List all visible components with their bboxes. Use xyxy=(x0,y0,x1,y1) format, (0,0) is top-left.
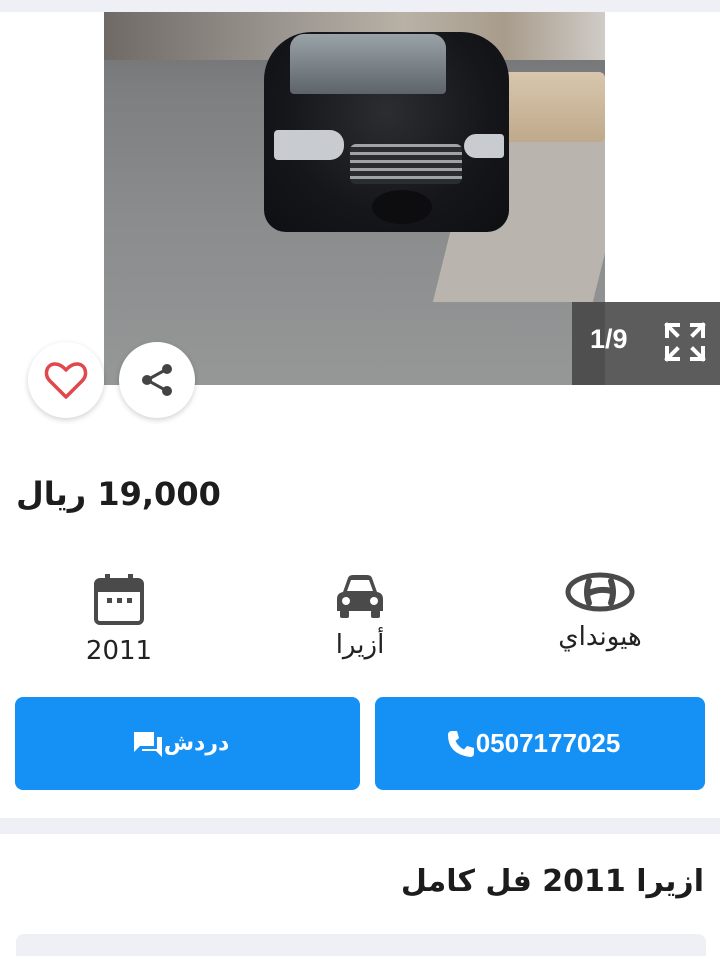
spec-model: أزيرا xyxy=(280,572,440,660)
description-box xyxy=(16,934,706,956)
spec-model-value: أزيرا xyxy=(335,630,385,660)
phone-number: 0507177025 xyxy=(475,728,621,758)
photo-counter-badge[interactable]: 1/9 xyxy=(572,302,720,385)
chat-button[interactable]: دردش xyxy=(15,697,360,790)
spec-year-value: 2011 xyxy=(85,636,153,666)
car-photo[interactable] xyxy=(104,12,605,385)
title-card: ازيرا 2011 فل كامل xyxy=(0,834,720,956)
ad-title: ازيرا 2011 فل كامل xyxy=(400,864,704,899)
photo-counter: 1/9 xyxy=(590,324,628,354)
spec-brand: هيونداي xyxy=(520,572,680,652)
chevron-left-icon[interactable]: ❮ xyxy=(48,165,76,193)
chat-icon xyxy=(133,731,162,757)
spec-brand-value: هيونداي xyxy=(558,622,642,652)
spec-year: 2011 xyxy=(39,572,199,666)
expand-icon[interactable] xyxy=(664,322,706,362)
calendar-icon xyxy=(94,574,144,625)
chat-label: دردش xyxy=(163,731,230,756)
call-button[interactable]: 0507177025 xyxy=(375,697,705,790)
heart-icon xyxy=(44,362,88,399)
chevron-right-icon[interactable]: ❯ xyxy=(645,165,673,193)
share-icon xyxy=(142,364,172,396)
price: 19,000 ريال xyxy=(16,475,221,513)
phone-icon xyxy=(447,730,474,757)
hyundai-logo-icon xyxy=(565,572,635,612)
car-icon xyxy=(337,575,383,618)
top-strip xyxy=(0,0,720,12)
share-button[interactable] xyxy=(119,342,195,418)
favorite-button[interactable] xyxy=(28,342,104,418)
